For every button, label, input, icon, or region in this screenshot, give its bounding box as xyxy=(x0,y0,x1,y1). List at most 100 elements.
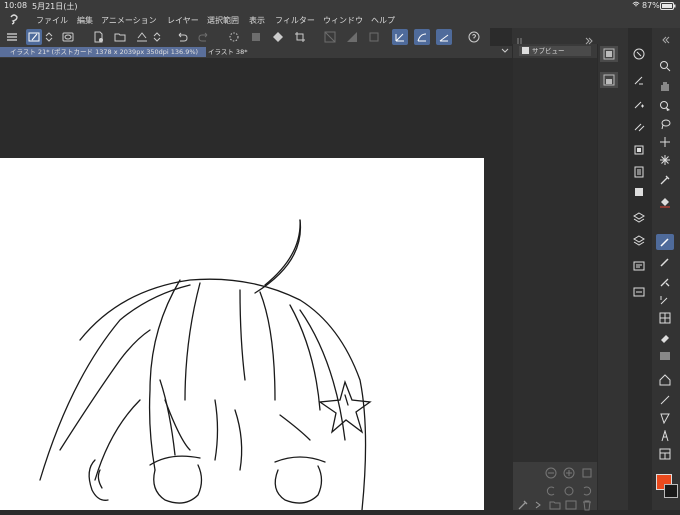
menu-file[interactable]: ファイル xyxy=(36,15,68,26)
chevron-updown-icon[interactable] xyxy=(44,29,54,45)
marker-icon[interactable] xyxy=(656,274,674,290)
trash-icon[interactable] xyxy=(581,496,593,515)
fill-icon[interactable] xyxy=(270,29,286,45)
ruler-icon[interactable] xyxy=(656,372,674,388)
layer-icon[interactable] xyxy=(630,142,648,158)
subview-controls xyxy=(513,462,597,511)
chevron-down-icon[interactable] xyxy=(500,46,510,58)
image-icon[interactable] xyxy=(565,496,577,515)
menu-animation[interactable]: アニメーション xyxy=(101,15,157,26)
undo-icon[interactable] xyxy=(174,29,190,45)
move-icon[interactable] xyxy=(656,134,674,150)
eye-icon[interactable] xyxy=(60,29,76,45)
new-file-icon[interactable] xyxy=(90,29,106,45)
wifi-icon xyxy=(632,1,640,10)
zoom-icon[interactable] xyxy=(656,58,674,74)
panel-icon-column xyxy=(598,28,628,510)
menu-edit[interactable]: 編集 xyxy=(77,15,93,26)
status-bar: 10:08 5月21日(土) 87% xyxy=(0,0,680,12)
eraser-icon[interactable] xyxy=(656,330,674,346)
zoom-out-icon[interactable] xyxy=(545,464,557,483)
brush-settings-icon[interactable] xyxy=(630,96,648,112)
material-icon[interactable] xyxy=(630,164,648,180)
collapse-left-icon[interactable] xyxy=(514,31,524,50)
fill-bucket-icon[interactable] xyxy=(656,194,674,210)
open-folder-icon[interactable] xyxy=(112,29,128,45)
chevron-right-icon[interactable] xyxy=(533,496,543,515)
brush-size-icon[interactable] xyxy=(630,72,648,88)
fit-icon[interactable] xyxy=(581,464,593,483)
subview-tab[interactable]: サブビュー xyxy=(519,46,591,56)
text-icon[interactable] xyxy=(656,428,674,444)
pen-layer-icon[interactable] xyxy=(630,118,648,134)
loading-icon[interactable] xyxy=(226,29,242,45)
help-icon[interactable] xyxy=(466,29,482,45)
layers-icon[interactable] xyxy=(630,232,648,248)
eyedropper-icon[interactable] xyxy=(517,496,529,515)
save-icon[interactable] xyxy=(134,29,150,45)
timeline-icon[interactable] xyxy=(630,284,648,300)
frame-icon[interactable] xyxy=(656,446,674,462)
sub-color-swatch[interactable] xyxy=(664,484,678,498)
operation-icon[interactable] xyxy=(656,98,674,114)
tab-illust-21[interactable]: イラスト 21* (ポストカード 1378 x 2039px 350dpi 13… xyxy=(0,47,206,57)
pen-stabilize-icon[interactable] xyxy=(392,29,408,45)
lasso-icon[interactable] xyxy=(656,116,674,132)
document-tabs: イラスト 21* (ポストカード 1378 x 2039px 350dpi 13… xyxy=(0,46,512,58)
panel-header-strip xyxy=(512,28,598,45)
tool-palette xyxy=(652,28,680,510)
app-logo-icon[interactable] xyxy=(8,13,20,27)
g-pen-icon[interactable] xyxy=(656,234,674,250)
chevron-double-right-icon[interactable] xyxy=(584,31,594,50)
curve-icon[interactable] xyxy=(414,29,430,45)
image-folder-icon[interactable] xyxy=(549,496,561,515)
deselect-icon[interactable] xyxy=(322,29,338,45)
figure-icon[interactable] xyxy=(656,410,674,426)
transform-icon[interactable] xyxy=(248,29,264,45)
navigator-icon[interactable] xyxy=(600,46,618,62)
star-icon[interactable] xyxy=(656,152,674,168)
history-icon[interactable] xyxy=(630,258,648,274)
eyedropper-icon[interactable] xyxy=(656,172,674,188)
decoration-icon[interactable] xyxy=(656,310,674,326)
status-time: 10:08 xyxy=(4,1,28,10)
drawing-canvas[interactable] xyxy=(0,158,484,511)
tab-label: イラスト 21* (ポストカード 1378 x 2039px 350dpi 13… xyxy=(10,48,199,56)
zoom-in-icon[interactable] xyxy=(563,464,575,483)
chevron-updown-icon[interactable] xyxy=(152,29,162,45)
hand-icon[interactable] xyxy=(656,78,674,94)
line-icon[interactable] xyxy=(436,29,452,45)
menu-bar: ファイル 編集 アニメーション レイヤー 選択範囲 表示 フィルター ウィンドウ… xyxy=(0,12,680,28)
clear-icon[interactable] xyxy=(344,29,360,45)
redo-icon[interactable] xyxy=(196,29,212,45)
line-tool-icon[interactable] xyxy=(656,392,674,408)
invert-icon[interactable] xyxy=(366,29,382,45)
status-date: 5月21日(土) xyxy=(32,2,78,11)
panel-gap xyxy=(628,28,652,510)
tab-illust-38[interactable]: イラスト 38* xyxy=(198,47,288,57)
chevron-double-left-icon[interactable] xyxy=(656,32,674,48)
tab-label: イラスト 38* xyxy=(208,48,248,56)
pen-select-icon[interactable] xyxy=(26,29,42,45)
tool-property-icon[interactable] xyxy=(600,72,618,88)
menu-icon[interactable] xyxy=(4,29,20,45)
subview-panel[interactable] xyxy=(513,58,597,462)
blend-icon[interactable] xyxy=(656,348,674,364)
stack-icon[interactable] xyxy=(630,210,648,226)
menu-layer[interactable]: レイヤー xyxy=(167,15,199,26)
menu-window[interactable]: ウィンドウ xyxy=(323,15,363,26)
battery-icon xyxy=(660,2,676,12)
battery-percent: 87% xyxy=(642,1,660,10)
airbrush-icon[interactable] xyxy=(656,292,674,308)
compass-icon[interactable] xyxy=(630,46,648,62)
menu-view[interactable]: 表示 xyxy=(249,15,265,26)
command-bar xyxy=(0,28,490,46)
layer-property-icon[interactable] xyxy=(630,184,648,200)
line-art xyxy=(39,219,372,511)
menu-selection[interactable]: 選択範囲 xyxy=(207,15,239,26)
pencil-icon[interactable] xyxy=(656,254,674,270)
menu-filter[interactable]: フィルター xyxy=(275,15,315,26)
crop-icon[interactable] xyxy=(292,29,308,45)
subview-title: サブビュー xyxy=(532,47,565,55)
menu-help[interactable]: ヘルプ xyxy=(371,15,395,26)
